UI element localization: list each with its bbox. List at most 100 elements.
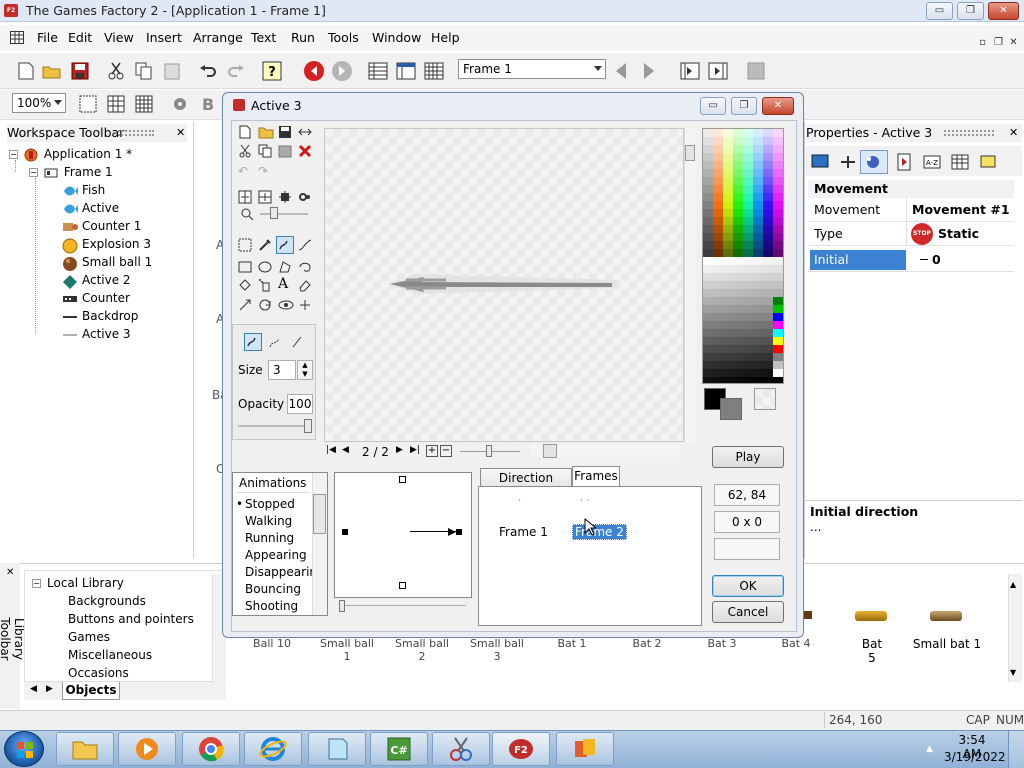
tab-objects[interactable]: Objects [62, 682, 120, 700]
redo-icon[interactable] [224, 59, 248, 83]
palette-swatch[interactable] [723, 281, 733, 289]
palette-swatch[interactable] [773, 185, 783, 193]
palette-swatch[interactable] [763, 273, 773, 281]
palette-swatch[interactable] [753, 217, 763, 225]
show-desktop-button[interactable] [1008, 731, 1024, 768]
library-object-label[interactable]: Ball 10 [252, 637, 292, 650]
size-position-icon[interactable] [836, 150, 860, 174]
tab-scroll-left-icon[interactable]: ◀ [30, 684, 37, 694]
palette-swatch[interactable] [723, 201, 733, 209]
direction-handle-right[interactable] [456, 529, 462, 535]
palette-swatch[interactable] [723, 153, 733, 161]
palette-swatch[interactable] [773, 201, 783, 209]
size-spinner[interactable]: ▲ ▼ [297, 360, 313, 380]
action-point-icon[interactable] [298, 298, 312, 312]
palette-swatch[interactable] [753, 377, 763, 383]
palette-swatch[interactable] [763, 321, 773, 329]
palette-swatch[interactable] [743, 129, 753, 137]
frame-thumbnail-2[interactable]: · · [580, 496, 590, 507]
notepad-task[interactable] [308, 732, 366, 766]
palette-swatch[interactable] [713, 257, 723, 265]
menu-text[interactable]: Text [251, 30, 276, 45]
palette-swatch[interactable] [763, 257, 773, 265]
tree-item-library[interactable]: Backgrounds [68, 592, 146, 610]
palette-swatch[interactable] [763, 281, 773, 289]
pen-icon[interactable] [290, 335, 304, 349]
palette-swatch[interactable] [723, 273, 733, 281]
palette-swatch[interactable] [763, 129, 773, 137]
tab-direction-options[interactable]: Direction Options [480, 468, 572, 503]
palette-swatch[interactable] [723, 329, 733, 337]
palette-swatch[interactable] [703, 185, 713, 193]
palette-swatch[interactable] [763, 145, 773, 153]
eyedropper-icon[interactable] [258, 238, 272, 252]
palette-swatch[interactable] [733, 193, 743, 201]
cut-icon[interactable] [238, 144, 252, 158]
palette-swatch[interactable] [723, 137, 733, 145]
animation-item[interactable]: Bouncing [232, 581, 301, 598]
palette-swatch[interactable] [773, 313, 783, 321]
undo-icon[interactable] [196, 59, 220, 83]
palette-swatch[interactable] [713, 273, 723, 281]
first-frame-button[interactable]: |◀ [326, 445, 336, 455]
palette-swatch[interactable] [753, 177, 763, 185]
palette-swatch[interactable] [753, 153, 763, 161]
palette-swatch[interactable] [733, 305, 743, 313]
palette-swatch[interactable] [713, 369, 723, 377]
direction-handle-down[interactable] [399, 582, 406, 589]
palette-swatch[interactable] [703, 345, 713, 353]
palette-swatch[interactable] [763, 361, 773, 369]
paint-task[interactable] [432, 732, 490, 766]
palette-swatch[interactable] [723, 209, 733, 217]
palette-swatch[interactable] [723, 129, 733, 137]
copy-icon[interactable] [132, 59, 156, 83]
palette-swatch[interactable] [743, 297, 753, 305]
palette-swatch[interactable] [753, 281, 763, 289]
frame-item[interactable]: Frame 1 [499, 525, 548, 539]
library-close-button[interactable]: ✕ [6, 567, 14, 578]
tree-item-object[interactable]: Active 2 [62, 271, 131, 289]
palette-swatch[interactable] [773, 353, 783, 361]
cut-icon[interactable] [104, 59, 128, 83]
palette-swatch[interactable] [763, 169, 773, 177]
animations-scroll-thumb[interactable] [313, 494, 326, 534]
canvas-scroll-thumb[interactable] [685, 145, 695, 161]
palette-swatch[interactable] [743, 345, 753, 353]
palette-swatch[interactable] [753, 241, 763, 249]
animation-item[interactable]: Walking [232, 513, 292, 530]
palette-swatch[interactable] [773, 161, 783, 169]
events-icon[interactable] [948, 150, 972, 174]
palette-swatch[interactable] [733, 345, 743, 353]
palette-swatch[interactable] [763, 161, 773, 169]
palette-swatch[interactable] [723, 353, 733, 361]
copy-icon[interactable] [258, 144, 272, 158]
palette-swatch[interactable] [773, 337, 783, 345]
palette-swatch[interactable] [763, 345, 773, 353]
palette-swatch[interactable] [763, 305, 773, 313]
tree-item-frame[interactable]: − Frame 1 [29, 163, 113, 181]
sprite-image[interactable] [386, 268, 620, 300]
menu-view[interactable]: View [104, 30, 134, 45]
library-object-label[interactable]: Bat 4 [776, 637, 816, 650]
opacity-slider-handle[interactable] [304, 419, 312, 433]
ok-button[interactable]: OK [712, 575, 784, 597]
palette-swatch[interactable] [753, 361, 763, 369]
palette-swatch[interactable] [703, 329, 713, 337]
palette-swatch[interactable] [753, 329, 763, 337]
animation-item[interactable]: Disappearing [232, 564, 325, 581]
menu-help[interactable]: Help [431, 30, 460, 45]
palette-swatch[interactable] [743, 321, 753, 329]
tree-item-object[interactable]: Active 3 [62, 325, 131, 343]
next-frame-icon[interactable] [637, 59, 661, 83]
palette-swatch[interactable] [733, 361, 743, 369]
palette-swatch[interactable] [743, 265, 753, 273]
direction-slider-handle[interactable] [339, 600, 345, 612]
explorer-task[interactable] [56, 732, 114, 766]
zoom-select[interactable]: 100% [12, 93, 66, 113]
palette-swatch[interactable] [733, 249, 743, 257]
tree-item-application[interactable]: − Application 1 * [9, 145, 132, 163]
palette-swatch[interactable] [733, 377, 743, 383]
property-row-type[interactable]: Type STOP Static [808, 222, 1014, 246]
palette-swatch[interactable] [723, 161, 733, 169]
tree-item-library[interactable]: Buttons and pointers [68, 610, 194, 628]
